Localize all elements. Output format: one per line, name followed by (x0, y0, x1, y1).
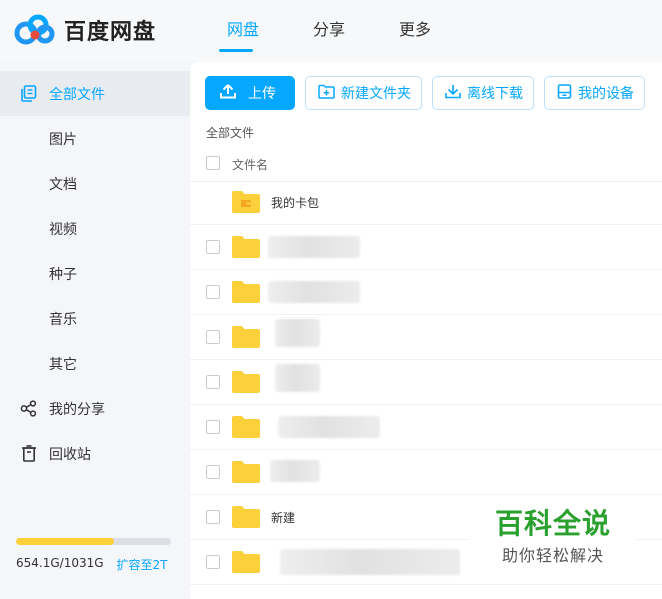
redacted-name (270, 460, 320, 482)
row-checkbox[interactable] (206, 510, 220, 524)
storage-progress-fill (16, 538, 115, 545)
watermark-title: 百科全说 (494, 507, 611, 540)
folder-icon (232, 326, 260, 348)
sidebar-item-my-shares[interactable]: 我的分享 (0, 386, 190, 431)
file-list-header: 文件名 (190, 148, 662, 182)
sidebar-item-all-files[interactable]: 全部文件 (0, 71, 190, 116)
row-checkbox[interactable] (206, 285, 220, 299)
expand-storage-link[interactable]: 扩容至2T (117, 556, 168, 573)
file-row[interactable]: 我的卡包 (190, 180, 662, 225)
baidu-cloud-logo-icon (14, 14, 56, 46)
redacted-name (268, 236, 360, 258)
my-devices-label: 我的设备 (578, 86, 634, 102)
watermark-subtitle: 助你轻松解决 (501, 546, 604, 565)
file-row[interactable] (190, 225, 662, 270)
app-name: 百度网盘 (64, 20, 157, 45)
file-row[interactable] (190, 270, 662, 315)
new-folder-icon (318, 84, 335, 103)
sidebar-item-documents[interactable]: 文档 (0, 161, 190, 206)
watermark: 百科全说 助你轻松解决 (470, 500, 636, 580)
redacted-name (275, 319, 320, 347)
tab-more[interactable]: 更多 (372, 0, 458, 62)
sidebar-item-torrents[interactable]: 种子 (0, 251, 190, 296)
sidebar-item-label: 视频 (49, 221, 77, 238)
files-icon (20, 85, 37, 102)
upload-button[interactable]: 上传 (205, 76, 295, 110)
sidebar-item-label: 全部文件 (49, 86, 105, 103)
row-checkbox[interactable] (206, 465, 220, 479)
upload-label: 上传 (248, 86, 276, 102)
app-header: 百度网盘 网盘 分享 更多 (0, 0, 662, 62)
file-row[interactable] (190, 315, 662, 360)
toolbar: 上传 新建文件夹 离线下载 我的设备 (205, 76, 645, 110)
new-folder-label: 新建文件夹 (341, 86, 411, 102)
select-all-checkbox[interactable] (206, 156, 220, 170)
sidebar-item-label: 种子 (49, 266, 77, 283)
sidebar-item-recycle-bin[interactable]: 回收站 (0, 431, 190, 476)
app-logo[interactable]: 百度网盘 (14, 14, 156, 46)
breadcrumb[interactable]: 全部文件 (206, 124, 254, 141)
sidebar-item-label: 文档 (49, 176, 77, 193)
storage-used-text: 654.1G/1031G (16, 556, 104, 570)
file-row[interactable] (190, 360, 662, 405)
folder-icon (232, 371, 260, 393)
storage-quota: 654.1G/1031G 扩容至2T (16, 538, 176, 573)
redacted-name (280, 549, 460, 575)
folder-icon (232, 506, 260, 528)
file-row[interactable] (190, 405, 662, 450)
tab-share[interactable]: 分享 (286, 0, 372, 62)
sidebar-item-other[interactable]: 其它 (0, 341, 190, 386)
sidebar-item-label: 音乐 (49, 311, 77, 328)
download-icon (445, 84, 461, 103)
storage-progress-bar (16, 538, 171, 545)
folder-icon (232, 236, 260, 258)
tab-netdisk[interactable]: 网盘 (200, 0, 286, 62)
wallet-folder-icon (232, 191, 260, 213)
row-checkbox[interactable] (206, 240, 220, 254)
top-nav: 网盘 分享 更多 (200, 0, 458, 62)
file-name[interactable]: 新建 (271, 509, 295, 526)
my-devices-button[interactable]: 我的设备 (544, 76, 645, 110)
share-icon (20, 400, 37, 417)
sidebar-item-label: 图片 (49, 131, 77, 148)
sidebar-item-images[interactable]: 图片 (0, 116, 190, 161)
column-header-filename[interactable]: 文件名 (232, 156, 268, 173)
row-checkbox[interactable] (206, 330, 220, 344)
redacted-name (268, 281, 360, 303)
redacted-name (278, 416, 380, 438)
upload-icon (220, 83, 236, 103)
folder-icon (232, 551, 260, 573)
folder-icon (232, 461, 260, 483)
sidebar-item-label: 回收站 (49, 446, 91, 463)
file-row[interactable] (190, 450, 662, 495)
sidebar-item-label: 我的分享 (49, 401, 105, 418)
sidebar-item-label: 其它 (49, 356, 77, 373)
offline-download-label: 离线下载 (467, 86, 523, 102)
row-checkbox[interactable] (206, 420, 220, 434)
sidebar-item-music[interactable]: 音乐 (0, 296, 190, 341)
folder-icon (232, 416, 260, 438)
device-icon (557, 83, 572, 103)
folder-icon (232, 281, 260, 303)
file-name[interactable]: 我的卡包 (271, 194, 319, 211)
sidebar: 全部文件 图片 文档 视频 种子 音乐 其它 我的分享 回收站 654.1G/1… (0, 62, 190, 599)
row-checkbox[interactable] (206, 555, 220, 569)
new-folder-button[interactable]: 新建文件夹 (305, 76, 422, 110)
trash-icon (20, 445, 37, 462)
redacted-name (275, 364, 320, 392)
row-checkbox[interactable] (206, 375, 220, 389)
offline-download-button[interactable]: 离线下载 (432, 76, 534, 110)
sidebar-item-videos[interactable]: 视频 (0, 206, 190, 251)
